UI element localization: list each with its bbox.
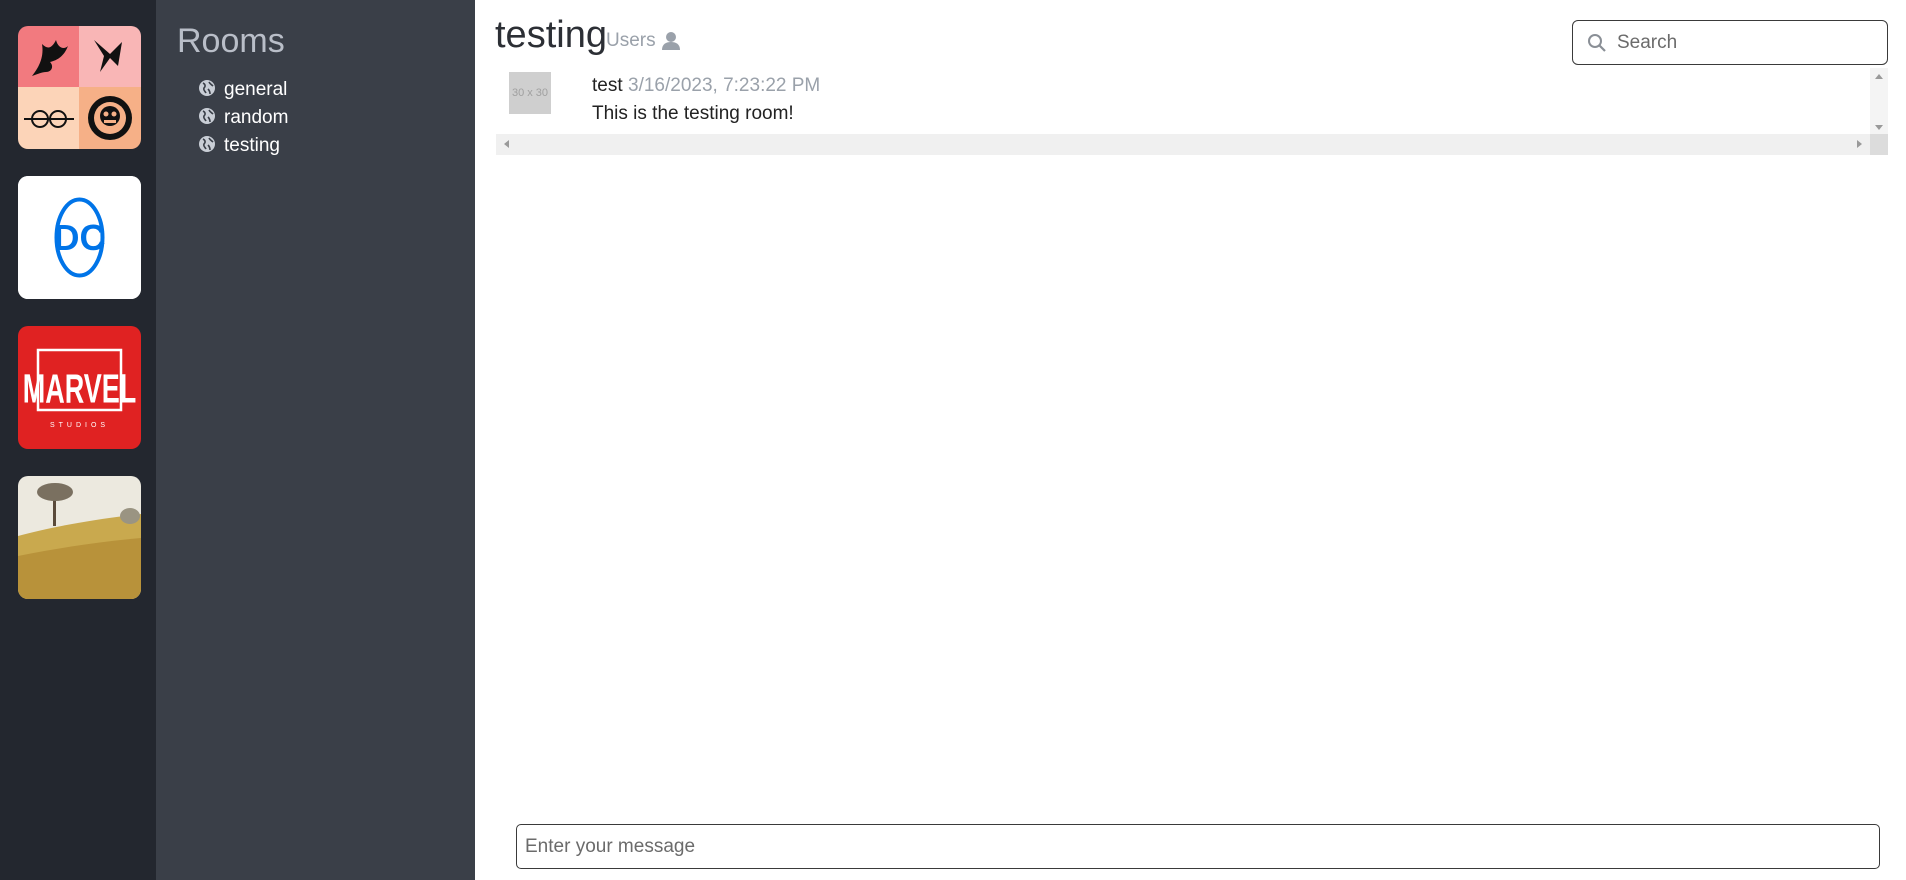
vertical-scrollbar[interactable] xyxy=(1870,68,1888,134)
scroll-right-arrow-icon[interactable] xyxy=(1857,140,1862,148)
marvel-studios-logo-icon: MARVEL STUDIOS xyxy=(18,326,141,449)
message-author: test xyxy=(592,75,623,96)
anime-collage-icon xyxy=(18,26,141,149)
marvel-logo-subtext: STUDIOS xyxy=(50,422,109,429)
room-label: general xyxy=(224,79,288,100)
rooms-panel: Rooms general random testing xyxy=(156,0,475,880)
room-item-random[interactable]: random xyxy=(198,104,288,132)
search-input[interactable] xyxy=(1617,31,1877,54)
globe-icon xyxy=(199,80,215,96)
avatar: 30 x 30 xyxy=(509,72,551,114)
horizontal-scrollbar[interactable] xyxy=(496,134,1888,155)
room-list: general random testing xyxy=(198,76,288,160)
message-text: This is the testing room! xyxy=(592,103,794,124)
message-timestamp: 3/16/2023, 7:23:22 PM xyxy=(628,75,821,96)
globe-icon xyxy=(199,136,215,152)
server-field[interactable] xyxy=(18,476,141,599)
room-item-general[interactable]: general xyxy=(198,76,288,104)
server-anime[interactable] xyxy=(18,26,141,149)
dc-logo-icon: DC xyxy=(18,176,141,299)
server-dc[interactable]: DC xyxy=(18,176,141,299)
users-button[interactable]: Users xyxy=(606,30,681,52)
scroll-down-arrow-icon[interactable] xyxy=(1875,125,1883,130)
room-item-testing[interactable]: testing xyxy=(198,132,288,160)
message-input[interactable] xyxy=(525,835,1879,858)
wheat-field-image-icon xyxy=(18,476,141,599)
scrollbar-corner xyxy=(1870,134,1888,155)
user-icon xyxy=(661,32,680,50)
channel-title: testing xyxy=(495,14,607,56)
room-label: testing xyxy=(224,135,280,156)
search-box[interactable] xyxy=(1572,20,1888,65)
search-icon xyxy=(1588,33,1606,52)
users-label: Users xyxy=(606,30,656,51)
room-label: random xyxy=(224,107,289,128)
server-rail: DC MARVEL STUDIOS xyxy=(0,0,156,880)
globe-icon xyxy=(199,108,215,124)
scroll-up-arrow-icon[interactable] xyxy=(1875,74,1883,79)
rooms-heading: Rooms xyxy=(177,22,285,60)
server-marvel[interactable]: MARVEL STUDIOS xyxy=(18,326,141,449)
message-composer[interactable] xyxy=(516,824,1880,869)
marvel-logo-text: MARVEL xyxy=(23,367,136,412)
dc-logo-text: DC xyxy=(54,217,106,258)
scroll-left-arrow-icon[interactable] xyxy=(504,140,509,148)
